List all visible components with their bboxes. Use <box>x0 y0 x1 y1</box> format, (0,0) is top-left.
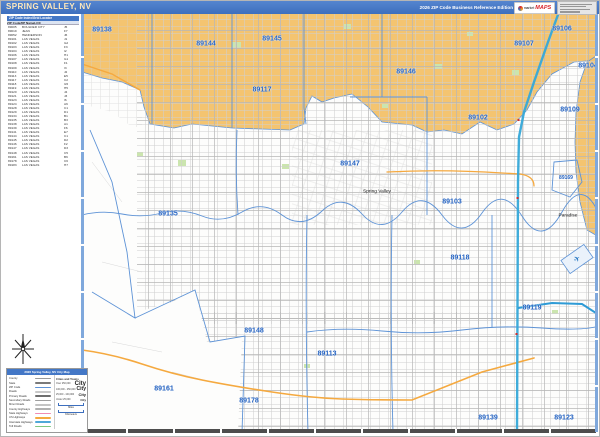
place-name-label: Paradise <box>558 213 578 219</box>
zip-code-label: 89148 <box>244 327 264 335</box>
grid-loc-cell: H7 <box>64 162 68 167</box>
scale-miles: Miles <box>56 403 86 410</box>
city-sample: City <box>78 391 86 397</box>
zip-code-label: 89119 <box>522 304 542 312</box>
zip-index-table: ZIP Code Index/Grid Locator ZIP Code ZIP … <box>7 16 79 167</box>
legend-label: County <box>9 377 18 381</box>
legend-swatch <box>35 386 51 389</box>
scale-bar-miles <box>58 403 84 407</box>
zip-table-column-header: ZIP Code <box>7 21 21 25</box>
map-drawing: ✈ <box>82 12 597 431</box>
legend-label: US Highways <box>9 416 26 420</box>
legend-swatch <box>35 421 51 423</box>
legend-swatch <box>35 403 51 406</box>
logo-swirl-icon <box>517 5 523 11</box>
legend-swatch <box>35 412 51 415</box>
zip-code-label: 89123 <box>554 414 574 422</box>
legend-swatch <box>35 395 51 397</box>
legend-label: State Highways <box>9 411 28 415</box>
legend-swatch <box>35 377 51 380</box>
legend-label: Interstate Highways <box>9 420 33 424</box>
edition-label: 2026 ZIP Code Business Reference Edition <box>419 5 513 10</box>
legend-label: ZIP Code <box>9 385 21 389</box>
zip-name-cell: LAS VEGAS <box>22 162 40 167</box>
zip-code-label: 89161 <box>154 385 174 393</box>
zip-code-label: 89178 <box>239 397 259 405</box>
page-title: SPRING VALLEY, NV <box>6 2 92 11</box>
zip-code-label: 89139 <box>478 414 498 422</box>
zip-code-label: 89117 <box>252 86 272 94</box>
compass-rose-icon <box>9 332 37 371</box>
zip-table-column-header: ZIP Name <box>20 21 35 25</box>
population-range: 100,000 - 250,000 <box>56 387 76 391</box>
place-name-label: Spring Valley <box>363 189 391 195</box>
population-range: Under 25,000 <box>56 398 71 402</box>
legend-label: State <box>9 381 16 385</box>
zip-table-column-header: LOC <box>34 21 41 25</box>
map-canvas: ✈ 89138 89144 89145 89117 89146 89107 89… <box>81 11 598 432</box>
legend-swatch <box>35 382 51 384</box>
zip-code-label: 89103 <box>442 198 462 206</box>
header-bar: SPRING VALLEY, NV 2026 ZIP Code Business… <box>1 1 599 14</box>
legend-label: Secondary Roads <box>9 398 31 402</box>
map-ruler-right <box>595 11 598 432</box>
logo-market-text: market <box>523 6 535 10</box>
population-range: Over 250,000 <box>56 382 71 386</box>
scale-kilometers: Kilometers <box>56 409 86 417</box>
publisher-logo: market MAPS <box>514 2 555 14</box>
scale-bar-kilometers <box>58 409 84 414</box>
map-sheet: SPRING VALLEY, NV 2026 ZIP Code Business… <box>0 0 600 437</box>
legend-swatch <box>35 425 51 428</box>
zip-code-label: 89169 <box>559 175 573 181</box>
zip-code-label: 89144 <box>196 40 216 48</box>
zip-table-rows: 89005 BOULDER CITY J5 89019 JEAN F7 8905… <box>7 25 79 167</box>
zip-code-label: 89135 <box>158 210 178 218</box>
publisher-info-box <box>557 1 597 15</box>
zip-code-label: 89118 <box>450 254 470 262</box>
legend-label: Primary Roads <box>9 394 27 398</box>
legend-swatch <box>35 416 51 419</box>
legend-cities-column: Cities and Towns Over 250,000 City 100,0… <box>54 375 87 429</box>
zip-code-label: 89109 <box>560 106 580 114</box>
zip-code-label: 89138 <box>92 26 112 34</box>
legend-line-items: County State ZIP Code Roads Primary Road… <box>7 375 54 429</box>
legend-label: County Highways <box>9 407 30 411</box>
city-sample: City <box>80 397 86 402</box>
city-size-row: Under 25,000 City <box>56 397 86 402</box>
scale-miles-label: Miles <box>68 406 74 410</box>
legend-swatch <box>35 408 51 410</box>
map-ruler-bottom <box>81 429 598 433</box>
zip-code-label: 89147 <box>340 160 360 168</box>
legend-swatch <box>35 390 51 393</box>
zip-table-row: 89183 LAS VEGAS H7 <box>7 163 79 167</box>
population-range: 25,000 - 100,000 <box>56 392 75 396</box>
cities-rows: Over 250,000 City 100,000 - 250,000 City… <box>56 381 86 403</box>
legend-row: Toll Roads <box>9 424 53 428</box>
zip-code-label: 89146 <box>396 68 416 76</box>
scale-kilometers-label: Kilometers <box>65 413 77 417</box>
zip-code-label: 89102 <box>468 114 488 122</box>
logo-maps-text: MAPS <box>535 5 552 11</box>
legend-label: Roads <box>9 390 17 394</box>
zip-code-label: 89113 <box>317 350 337 358</box>
zip-code-label: 89145 <box>262 35 282 43</box>
zip-code-cell: 89183 <box>8 162 17 167</box>
zip-code-label: 89107 <box>514 40 534 48</box>
legend-label: Minor Roads <box>9 403 25 407</box>
legend-swatch <box>35 399 51 402</box>
legend-label: Toll Roads <box>9 424 22 428</box>
legend-box: 2026 Spring Valley, NV City Map County S… <box>6 368 88 433</box>
zip-code-label: 89106 <box>552 25 572 33</box>
